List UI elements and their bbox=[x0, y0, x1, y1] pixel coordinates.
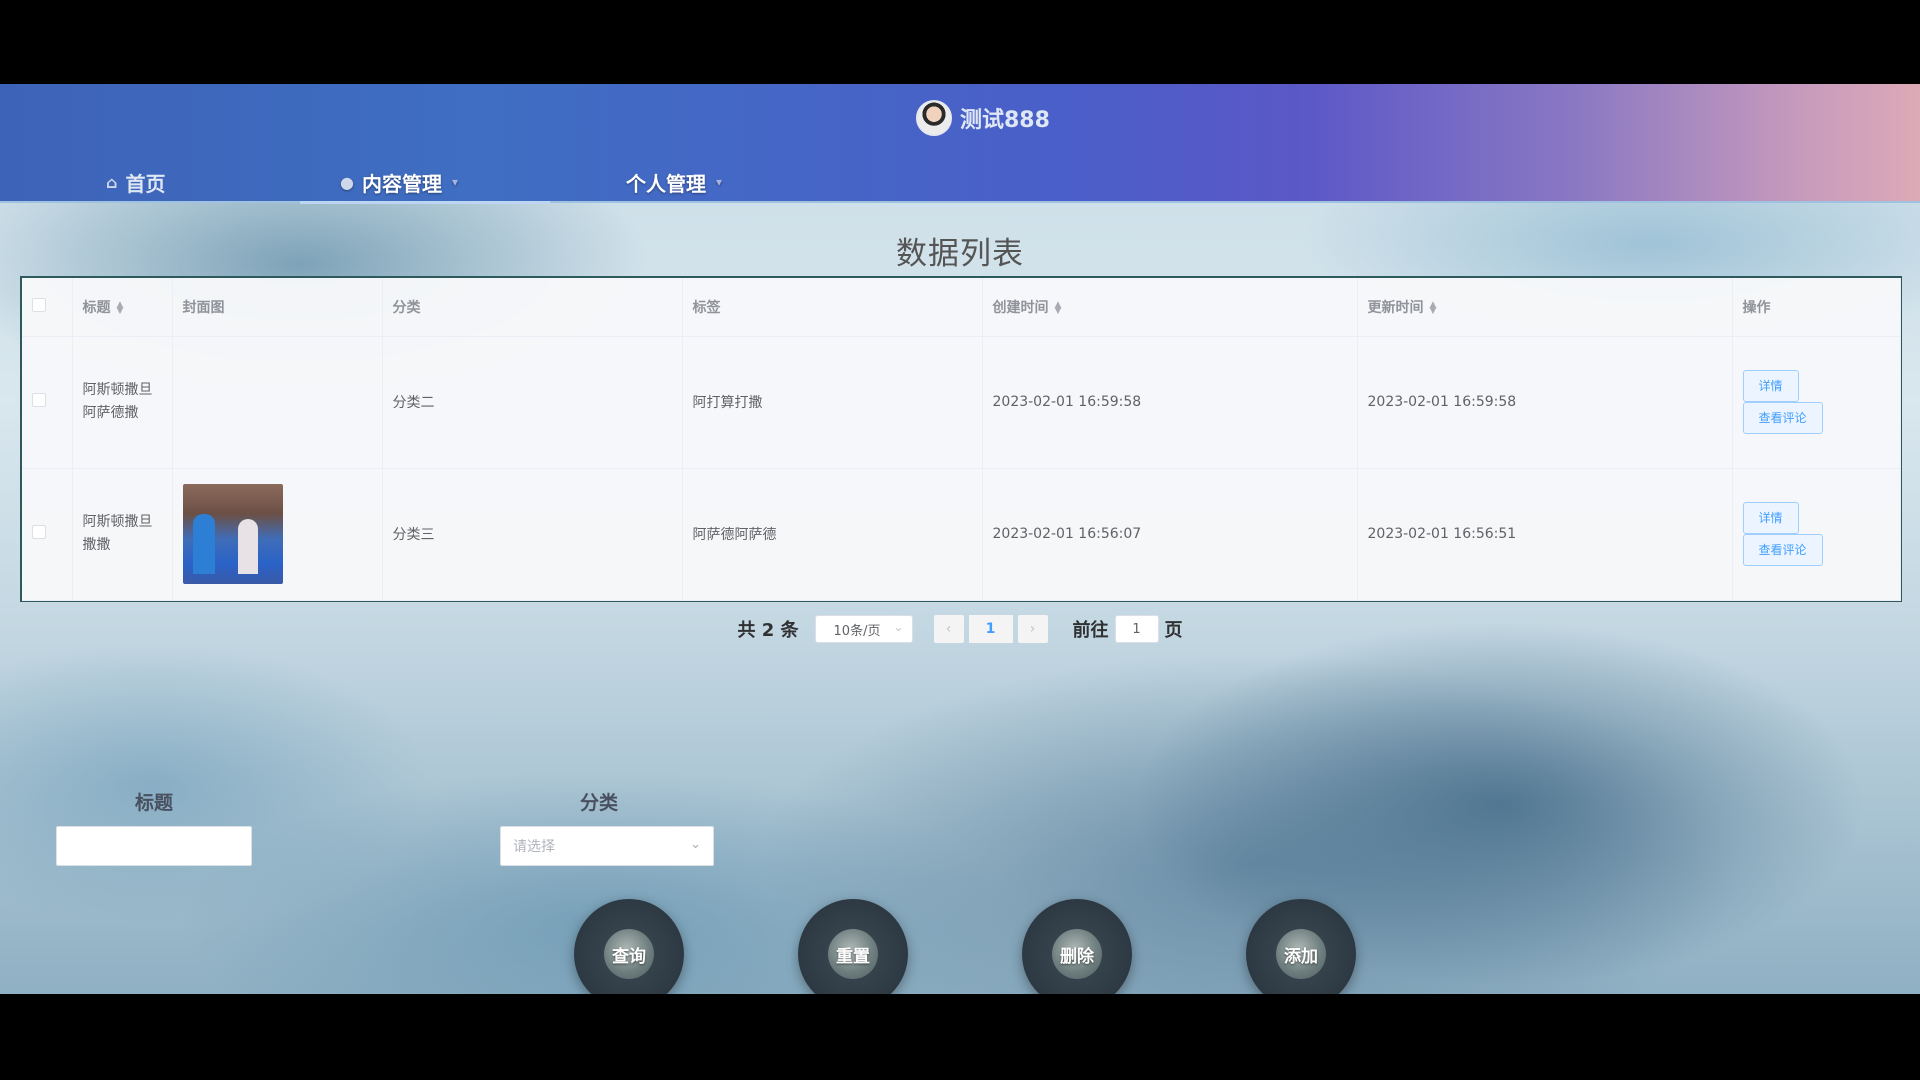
column-created-label: 创建时间 bbox=[992, 299, 1049, 316]
category-placeholder: 请选择 bbox=[513, 839, 555, 855]
letterbox-top bbox=[0, 0, 1920, 84]
category-select[interactable]: 请选择 ⌄ bbox=[500, 826, 714, 866]
nav-home-label: 首页 bbox=[125, 171, 166, 196]
column-header-title[interactable]: 标题 ▲ ▼ bbox=[72, 278, 173, 337]
chevron-down-icon: ⌄ bbox=[690, 837, 701, 852]
title-input[interactable] bbox=[56, 826, 252, 866]
sort-icon[interactable]: ▲ ▼ bbox=[1055, 300, 1062, 315]
page-size-value: 10条/页 bbox=[833, 623, 881, 639]
column-header-updated[interactable]: 更新时间 ▲ ▼ bbox=[1357, 278, 1733, 337]
data-table: 标题 ▲ ▼ 封面图 分类 标签 创建时间 ▲ ▼ 更新时间 ▲ ▼ 操作 阿斯顿撒旦阿萨德… bbox=[20, 276, 1902, 602]
row-cover bbox=[172, 336, 383, 469]
category-label: 分类 bbox=[580, 792, 619, 814]
nav-content-management[interactable]: ● 内容管理 ▾ bbox=[340, 162, 458, 202]
username: 测试888 bbox=[960, 108, 1050, 133]
column-updated-label: 更新时间 bbox=[1367, 299, 1424, 316]
nav-content-label: 内容管理 bbox=[361, 171, 442, 196]
title-label: 标题 bbox=[135, 792, 174, 814]
row-checkbox[interactable] bbox=[32, 393, 46, 407]
row-cover bbox=[172, 468, 383, 601]
view-comments-button[interactable]: 查看评论 bbox=[1742, 402, 1823, 434]
circle-icon: ● bbox=[340, 172, 354, 192]
column-header-tag: 标签 bbox=[682, 278, 983, 337]
row-tag: 阿打算打撒 bbox=[682, 336, 983, 469]
chevron-left-icon: ‹ bbox=[945, 621, 952, 637]
page-unit-label: 页 bbox=[1164, 620, 1183, 641]
pagination-total: 共 2 条 bbox=[737, 620, 799, 641]
row-tag: 阿萨德阿萨德 bbox=[682, 468, 983, 601]
column-cover-label: 封面图 bbox=[182, 299, 225, 316]
detail-button[interactable]: 详情 bbox=[1742, 502, 1799, 534]
row-title: 阿斯顿撒旦撒撒 bbox=[72, 468, 173, 601]
row-checkbox[interactable] bbox=[32, 525, 46, 539]
select-all-cell[interactable] bbox=[22, 278, 73, 337]
column-header-actions: 操作 bbox=[1732, 278, 1901, 337]
table-header-row: 标题 ▲ ▼ 封面图 分类 标签 创建时间 ▲ ▼ 更新时间 ▲ ▼ 操作 bbox=[22, 278, 1901, 337]
avatar[interactable] bbox=[916, 100, 952, 136]
chevron-right-icon: › bbox=[1029, 621, 1036, 637]
page-size-select[interactable]: 10条/页 ⌄ bbox=[814, 615, 913, 643]
pagination: 共 2 条 10条/页 ⌄ ‹ 1 › 前往 1 页 bbox=[0, 612, 1920, 646]
letterbox-bottom bbox=[0, 994, 1920, 1080]
header: 测试888 ⌂ 首页 ● 内容管理 ▾ 个人管理 ▾ bbox=[0, 84, 1920, 204]
column-title-label: 标题 bbox=[82, 299, 111, 316]
row-updated: 2023-02-01 16:56:51 bbox=[1357, 468, 1733, 601]
column-category-label: 分类 bbox=[392, 299, 421, 316]
chevron-down-icon: ▾ bbox=[716, 175, 723, 189]
reset-button-label: 重置 bbox=[828, 929, 878, 979]
nav-home[interactable]: ⌂ 首页 bbox=[106, 162, 165, 202]
prev-page-button[interactable]: ‹ bbox=[933, 615, 964, 643]
user-info[interactable]: 测试888 bbox=[916, 98, 1050, 138]
table-row: 阿斯顿撒旦阿萨德撒 分类二 阿打算打撒 2023-02-01 16:59:58 … bbox=[22, 336, 1901, 469]
table-row: 阿斯顿撒旦撒撒 分类三 阿萨德阿萨德 2023-02-01 16:56:07 2… bbox=[22, 468, 1901, 601]
nav-personal-management[interactable]: 个人管理 ▾ bbox=[626, 162, 722, 202]
select-all-checkbox[interactable] bbox=[32, 297, 46, 312]
column-header-created[interactable]: 创建时间 ▲ ▼ bbox=[982, 278, 1358, 337]
column-header-category: 分类 bbox=[382, 278, 683, 337]
goto-label: 前往 bbox=[1072, 620, 1109, 641]
row-category: 分类三 bbox=[382, 468, 683, 601]
query-button-label: 查询 bbox=[604, 929, 654, 979]
page-title: 数据列表 bbox=[896, 236, 1024, 272]
chevron-down-icon: ▾ bbox=[451, 175, 458, 189]
home-icon: ⌂ bbox=[106, 172, 118, 192]
view-comments-button[interactable]: 查看评论 bbox=[1742, 534, 1823, 566]
add-button-label: 添加 bbox=[1276, 929, 1326, 979]
detail-button[interactable]: 详情 bbox=[1742, 370, 1799, 402]
nav-bar: ⌂ 首页 ● 内容管理 ▾ 个人管理 ▾ bbox=[0, 162, 1920, 202]
column-actions-label: 操作 bbox=[1742, 299, 1771, 316]
cover-image[interactable] bbox=[182, 484, 283, 584]
row-select-cell[interactable] bbox=[22, 468, 73, 601]
app: 测试888 ⌂ 首页 ● 内容管理 ▾ 个人管理 ▾ 数据列表 标题 ▲ ▼ 封… bbox=[0, 84, 1920, 994]
row-created: 2023-02-01 16:59:58 bbox=[982, 336, 1358, 469]
row-title: 阿斯顿撒旦阿萨德撒 bbox=[72, 336, 173, 469]
row-actions: 详情查看评论 bbox=[1732, 468, 1901, 601]
delete-button-label: 删除 bbox=[1052, 929, 1102, 979]
nav-personal-label: 个人管理 bbox=[626, 171, 706, 196]
query-button[interactable]: 查询 bbox=[574, 899, 684, 994]
add-button[interactable]: 添加 bbox=[1246, 899, 1356, 994]
reset-button[interactable]: 重置 bbox=[798, 899, 908, 994]
sort-icon[interactable]: ▲ ▼ bbox=[1430, 300, 1437, 315]
page-number[interactable]: 1 bbox=[968, 615, 1013, 643]
column-tag-label: 标签 bbox=[692, 299, 721, 316]
row-created: 2023-02-01 16:56:07 bbox=[982, 468, 1358, 601]
row-category: 分类二 bbox=[382, 336, 683, 469]
column-header-cover: 封面图 bbox=[172, 278, 383, 337]
row-updated: 2023-02-01 16:59:58 bbox=[1357, 336, 1733, 469]
next-page-button[interactable]: › bbox=[1017, 615, 1048, 643]
row-select-cell[interactable] bbox=[22, 336, 73, 469]
sort-icon[interactable]: ▲ ▼ bbox=[117, 300, 124, 315]
row-actions: 详情查看评论 bbox=[1732, 336, 1901, 469]
delete-button[interactable]: 删除 bbox=[1022, 899, 1132, 994]
chevron-down-icon: ⌄ bbox=[893, 620, 904, 634]
nav-active-indicator bbox=[300, 201, 550, 204]
goto-page-input[interactable]: 1 bbox=[1114, 615, 1159, 643]
